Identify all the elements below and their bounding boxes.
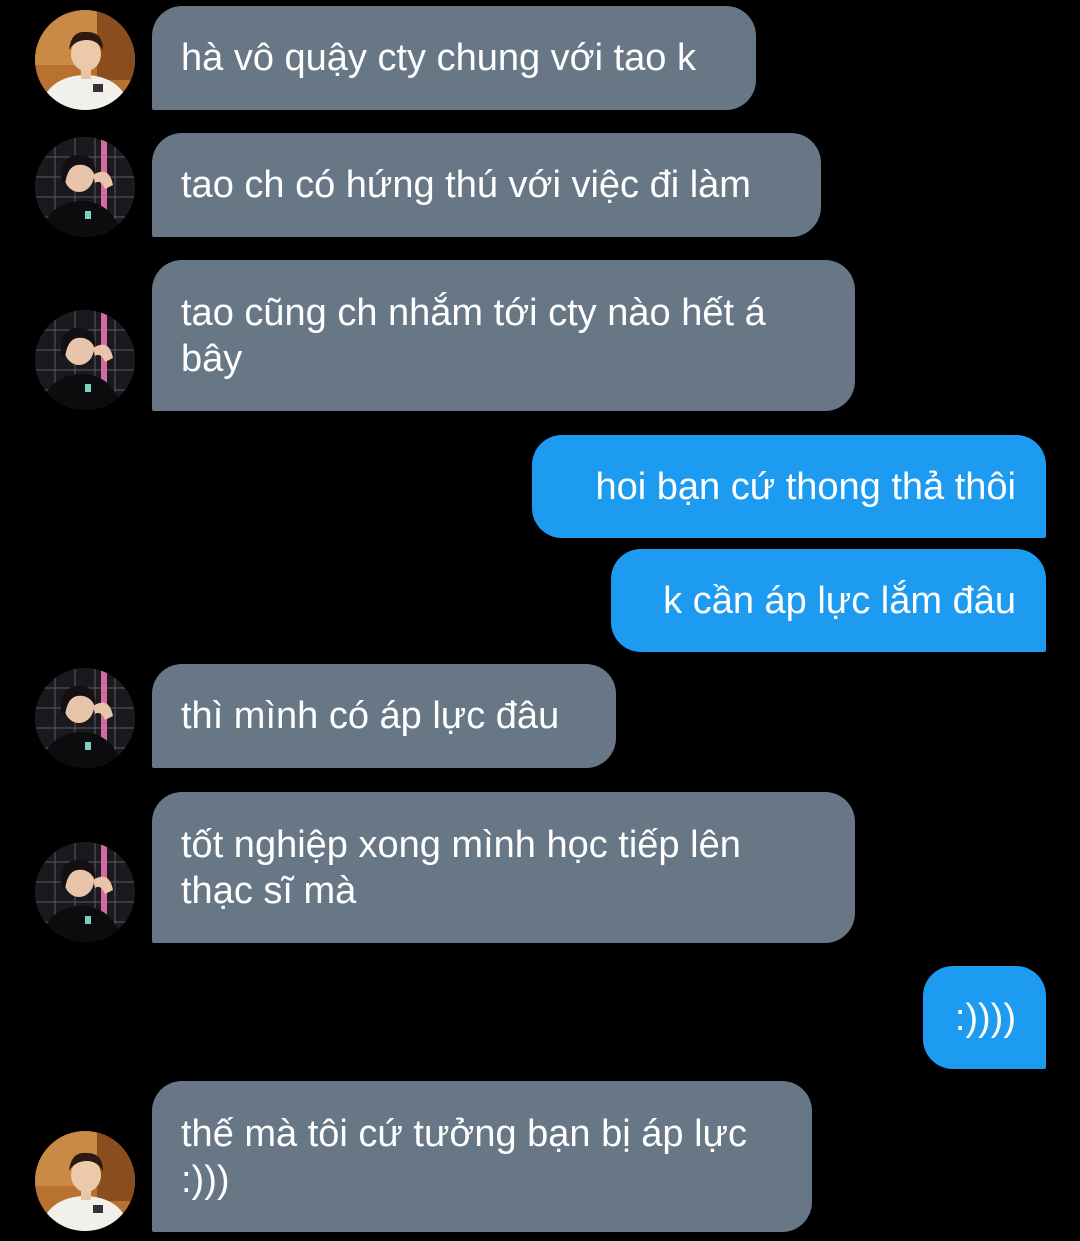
- message-bubble-incoming[interactable]: tốt nghiệp xong mình học tiếp lên thạc s…: [152, 792, 855, 943]
- message-bubble-incoming[interactable]: hà vô quậy cty chung với tao k: [152, 6, 756, 110]
- user-avatar-b[interactable]: [35, 842, 135, 942]
- user-avatar-b[interactable]: [35, 310, 135, 410]
- user-avatar-a[interactable]: [35, 10, 135, 110]
- message-text-line: tốt nghiệp xong mình học tiếp lên: [181, 823, 741, 866]
- message-bubble-incoming[interactable]: tao cũng ch nhắm tới cty nào hết á bây: [152, 260, 855, 411]
- message-text: thì mình có áp lực đâu: [181, 695, 560, 737]
- message-text: :)))): [954, 996, 1016, 1039]
- message-text: hoi bạn cứ thong thả thôi: [595, 465, 1016, 508]
- message-bubble-outgoing[interactable]: k cần áp lực lắm đâu: [611, 549, 1046, 652]
- message-text-line: tao cũng ch nhắm tới cty nào hết á: [181, 291, 766, 334]
- message-text: tao ch có hứng thú với việc đi làm: [181, 164, 751, 206]
- message-bubble-incoming[interactable]: thì mình có áp lực đâu: [152, 664, 616, 768]
- user-avatar-a[interactable]: [35, 1131, 135, 1231]
- message-bubble-outgoing[interactable]: :)))): [923, 966, 1046, 1069]
- message-text-line: :))): [181, 1158, 230, 1201]
- message-bubble-incoming[interactable]: tao ch có hứng thú với việc đi làm: [152, 133, 821, 237]
- message-text-line: bây: [181, 337, 243, 380]
- message-bubble-outgoing[interactable]: hoi bạn cứ thong thả thôi: [532, 435, 1046, 538]
- message-text: hà vô quậy cty chung với tao k: [181, 37, 696, 79]
- message-text: k cần áp lực lắm đâu: [663, 579, 1016, 622]
- user-avatar-b[interactable]: [35, 137, 135, 237]
- message-bubble-incoming[interactable]: thế mà tôi cứ tưởng bạn bị áp lực :))): [152, 1081, 812, 1232]
- message-text-line: thế mà tôi cứ tưởng bạn bị áp lực: [181, 1112, 747, 1155]
- user-avatar-b[interactable]: [35, 668, 135, 768]
- message-text-line: thạc sĩ mà: [181, 869, 357, 912]
